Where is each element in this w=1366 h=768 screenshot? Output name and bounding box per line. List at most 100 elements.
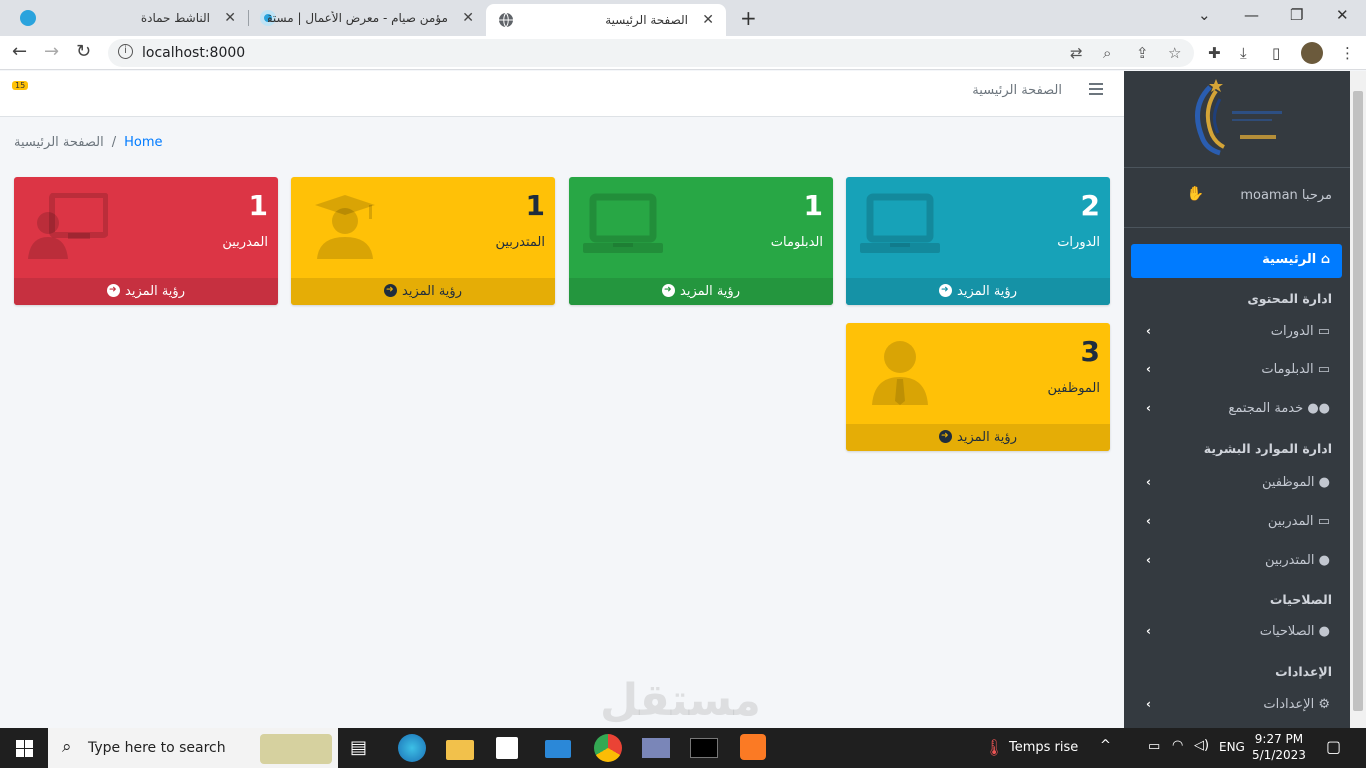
sidebar-item-permissions[interactable]: ‹ ● الصلاحيات <box>1131 618 1342 648</box>
extensions-icon[interactable]: ✚ <box>1208 44 1221 62</box>
scrollbar-thumb[interactable] <box>1353 91 1363 711</box>
sidebar-header-settings: الإعدادات <box>1275 664 1332 679</box>
more-info-link[interactable]: رؤية المزيد <box>846 423 1110 451</box>
notification-badge: 15 <box>12 81 29 90</box>
file-explorer-icon[interactable] <box>446 740 474 760</box>
sidebar-item-diplomas[interactable]: ‹ ▭ الدبلومات <box>1131 356 1342 386</box>
tab-portfolio[interactable]: مؤمن صيام - معرض الأعمال | مستقل ✕ <box>250 4 486 32</box>
task-view-icon[interactable]: ▤ <box>350 737 378 765</box>
weather-text[interactable]: Temps rise <box>1009 740 1078 755</box>
more-info-link[interactable]: رؤية المزيد <box>846 277 1110 305</box>
user-graduate-icon: ● <box>1318 553 1330 568</box>
windows-start-icon[interactable] <box>16 740 33 757</box>
store-icon[interactable] <box>496 737 518 759</box>
profile-avatar[interactable] <box>1301 42 1323 64</box>
xampp-icon[interactable] <box>740 734 766 760</box>
users-icon: ●● <box>1307 401 1330 416</box>
navbar-home-link[interactable]: الصفحة الرئيسية <box>972 83 1062 98</box>
sidebar-item-home[interactable]: ⌂ الرئيسية <box>1131 244 1342 278</box>
sidebar-item-trainees[interactable]: ‹ ● المتدربين <box>1131 547 1342 577</box>
stat-count: 1 <box>525 189 545 222</box>
language-indicator[interactable]: ENG <box>1219 740 1245 754</box>
page-viewport: 15 الصفحة الرئيسية الصفحة الرئيسية / Hom… <box>0 71 1366 728</box>
wifi-icon[interactable]: ◠ <box>1172 738 1183 753</box>
laptop-icon: ▭ <box>1317 362 1330 377</box>
tab-telegram[interactable]: الناشط حمادة ✕ <box>8 4 248 32</box>
notifications-bell[interactable]: 15 <box>12 81 34 97</box>
gear-icon: ⚙ <box>1318 697 1330 712</box>
forward-button[interactable]: → <box>44 41 59 62</box>
arrow-circle-right-icon <box>939 277 952 304</box>
laptop-icon: ▭ <box>1317 324 1330 339</box>
laptop-icon <box>583 193 663 253</box>
close-window-button[interactable]: ✕ <box>1336 6 1349 24</box>
sidebar-item-trainers[interactable]: ‹ ▭ المدربين <box>1131 508 1342 538</box>
reload-button[interactable]: ↻ <box>76 41 91 62</box>
sidebar-item-community[interactable]: ‹ ●● خدمة المجتمع <box>1131 395 1342 425</box>
sidebar-item-employees[interactable]: ‹ ● الموظفين <box>1131 469 1342 499</box>
waving-hand-icon: ✋ <box>1186 186 1204 202</box>
terminal-icon[interactable] <box>690 738 718 758</box>
windows-taskbar: ⌕ Type here to search ▤ 🌡 Temps rise ^ ▭… <box>0 728 1366 768</box>
volume-icon[interactable]: ◁) <box>1194 738 1209 753</box>
search-highlight-image <box>260 734 332 764</box>
menu-kebab-icon[interactable]: ⋮ <box>1340 44 1355 62</box>
arrow-circle-right-icon <box>662 277 675 304</box>
minimize-button[interactable]: — <box>1244 6 1259 24</box>
share-icon[interactable]: ⇪ <box>1136 44 1149 62</box>
address-bar[interactable]: i localhost:8000 ⇄ ⌕ ⇪ ☆ <box>108 39 1194 67</box>
sidebar-item-label: ● الصلاحيات <box>1259 624 1330 639</box>
download-icon[interactable]: ⤓ <box>1240 44 1247 62</box>
chevron-left-icon: ‹ <box>1146 697 1151 711</box>
back-button[interactable]: ← <box>12 41 27 62</box>
user-tie-icon <box>872 341 928 405</box>
sidebar-header-permissions: الصلاحيات <box>1269 592 1332 607</box>
home-icon: ⌂ <box>1320 252 1330 267</box>
user-greeting[interactable]: مرحبا moaman <box>1240 188 1332 203</box>
edge-icon[interactable] <box>398 734 426 762</box>
chrome-icon[interactable] <box>594 734 622 762</box>
mail-icon[interactable] <box>545 740 571 758</box>
chevron-left-icon: ‹ <box>1146 475 1151 489</box>
battery-icon[interactable]: ▭ <box>1148 739 1160 754</box>
tab-close-icon[interactable]: ✕ <box>702 12 714 28</box>
search-placeholder: Type here to search <box>88 740 226 756</box>
main-sidebar: ✋ مرحبا moaman ⌂ الرئيسية ادارة المحتوى … <box>1124 71 1350 728</box>
chevron-left-icon: ‹ <box>1146 401 1151 415</box>
more-info-link[interactable]: رؤية المزيد <box>569 277 833 305</box>
globe-icon <box>499 12 513 28</box>
stat-label: الموظفين <box>1047 381 1100 396</box>
brand-logo-link[interactable] <box>1124 71 1350 168</box>
chevron-left-icon: ‹ <box>1146 624 1151 638</box>
stat-label: المتدربين <box>495 235 545 250</box>
php-icon[interactable] <box>642 738 670 758</box>
sidebar-item-label: ⚙ الإعدادات <box>1263 697 1330 712</box>
zoom-icon[interactable]: ⌕ <box>1103 44 1111 62</box>
page-scrollbar[interactable] <box>1350 71 1366 728</box>
thermometer-icon: 🌡 <box>984 738 1005 757</box>
sidebar-item-label: ▭ المدربين <box>1267 514 1330 529</box>
new-tab-button[interactable]: + <box>740 6 757 30</box>
site-info-icon[interactable]: i <box>118 44 133 59</box>
tab-close-icon[interactable]: ✕ <box>462 10 474 26</box>
more-info-link[interactable]: رؤية المزيد <box>291 277 555 305</box>
taskbar-clock[interactable]: 9:27 PM 5/1/2023 <box>1252 731 1306 763</box>
breadcrumb-home-link[interactable]: Home <box>124 135 162 150</box>
sidebar-item-settings[interactable]: ‹ ⚙ الإعدادات <box>1131 691 1342 721</box>
tab-close-icon[interactable]: ✕ <box>224 10 236 26</box>
tab-home-active[interactable]: الصفحة الرئيسية ✕ <box>486 4 726 36</box>
user-panel: ✋ مرحبا moaman <box>1124 168 1350 228</box>
chevron-left-icon: ‹ <box>1146 514 1151 528</box>
sidebar-item-courses[interactable]: ‹ ▭ الدورات <box>1131 318 1342 348</box>
hamburger-menu-icon[interactable] <box>1089 83 1103 98</box>
restore-button[interactable]: ❐ <box>1290 6 1303 24</box>
sidebar-item-label: ▭ الدبلومات <box>1261 362 1330 377</box>
tray-chevron-icon[interactable]: ^ <box>1100 738 1111 753</box>
side-panel-icon[interactable]: ▯ <box>1272 44 1280 62</box>
notification-center-icon[interactable]: ▢ <box>1326 737 1341 756</box>
bookmark-star-icon[interactable]: ☆ <box>1168 44 1181 62</box>
translate-icon[interactable]: ⇄ <box>1070 44 1083 62</box>
taskbar-search-box[interactable]: ⌕ Type here to search <box>48 728 338 768</box>
tab-search-chevron-icon[interactable]: ⌄ <box>1198 6 1211 24</box>
more-info-link[interactable]: رؤية المزيد <box>14 277 278 305</box>
